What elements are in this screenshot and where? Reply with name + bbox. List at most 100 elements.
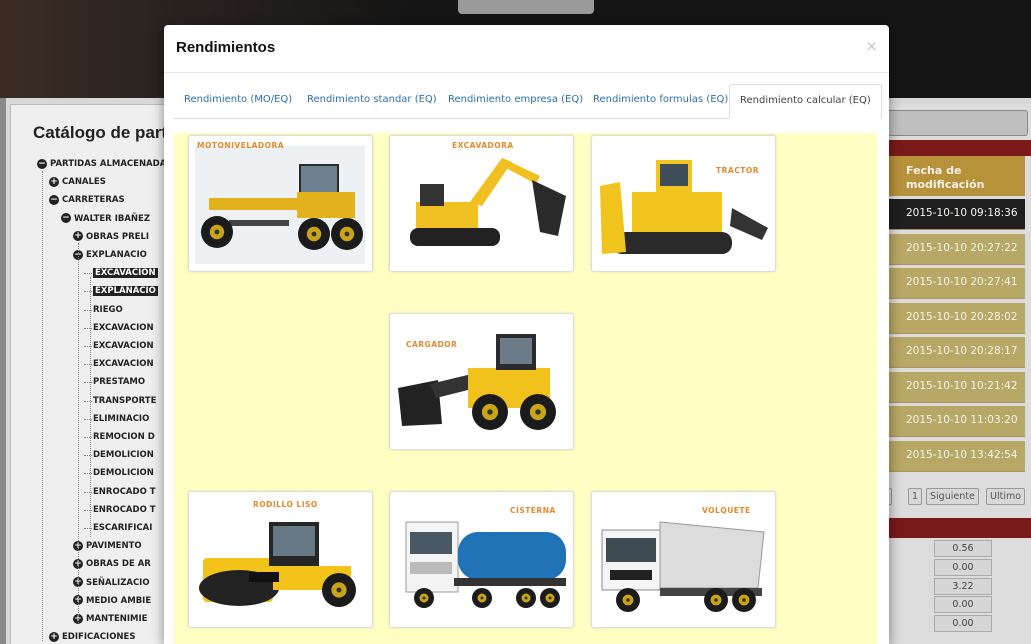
equipment-label: MOTONIVELADORA <box>197 141 285 150</box>
tree-node: + SEÑALIZACIO <box>73 576 150 590</box>
table-row: 2015-10-10 09:18:36 <box>880 199 1025 230</box>
modified-date-cell: 2015-10-10 13:42:54 <box>906 448 1018 461</box>
modal-tabs: Rendimiento (MO/EQ) Rendimiento standar … <box>174 84 882 119</box>
tree-node: − PARTIDAS ALMACENADAS <box>37 157 172 171</box>
catalog-title: Catálogo de parti <box>33 123 172 142</box>
loader-icon <box>398 334 556 430</box>
tree-connector <box>84 273 92 275</box>
tree-node-label: EXPLANACIO <box>86 250 147 260</box>
tree-node-label: PARTIDAS ALMACENADAS <box>50 159 173 169</box>
tree-node-label: EXCAVACION <box>93 341 154 351</box>
tree-guide <box>90 277 91 537</box>
tree-node-label: DEMOLICION <box>93 468 154 479</box>
expand-icon: + <box>73 231 83 242</box>
tree-node: EXCAVACION <box>84 357 154 371</box>
tree-node-label: ESCARIFICAI <box>93 523 153 533</box>
tree-node: DEMOLICION <box>84 466 154 480</box>
equipment-card-rodillo-liso[interactable]: RODILLO LISO <box>188 491 373 628</box>
tree-node-label: EDIFICACIONES <box>62 632 136 643</box>
tree-node: + OBRAS PRELI <box>73 230 149 244</box>
tree-node: + OBRAS DE AR <box>73 557 151 571</box>
tree-node-label: EXCAVACION <box>93 359 154 370</box>
detail-table-top-bar <box>880 518 1031 538</box>
table-row: 2015-10-10 20:28:02 <box>880 302 1025 334</box>
roller-icon <box>199 522 356 607</box>
tree-node-label: PAVIMENTO <box>86 541 142 552</box>
dozer-icon <box>600 160 768 254</box>
equipment-label: EXCAVADORA <box>452 141 514 150</box>
equipment-card-cisterna[interactable]: CISTERNA <box>389 491 574 628</box>
excavator-icon <box>410 158 566 246</box>
tree-node: DEMOLICION <box>84 448 154 462</box>
tab-rendimiento-mo-eq[interactable]: Rendimiento (MO/EQ) <box>174 84 302 118</box>
column-header-modified-date: Fecha de modificación <box>906 164 985 191</box>
pager-page: 1 <box>908 488 923 505</box>
pagination: r 1 Siguiente Ultimo <box>880 487 1031 507</box>
tree-node-label: ENROCADO T <box>93 486 156 497</box>
tree-node-label: EXPLANACIO <box>93 286 158 297</box>
tree-node: + PAVIMENTO <box>73 539 142 553</box>
tree-node: TRANSPORTE <box>84 394 157 408</box>
equipment-card-cargador[interactable]: CARGADOR <box>389 313 574 450</box>
modified-date-cell: 2015-10-10 20:28:02 <box>906 310 1018 323</box>
tree-node: EXCAVACION <box>84 339 154 353</box>
modified-date-cell: 2015-10-10 11:03:20 <box>906 414 1018 426</box>
grader-icon <box>195 146 365 264</box>
equipment-label: CARGADOR <box>406 340 458 349</box>
tree-node: RIEGO <box>84 303 123 317</box>
equipment-card-excavadora[interactable]: EXCAVADORA <box>389 135 574 272</box>
close-icon[interactable]: × <box>865 37 878 55</box>
background-top-button <box>458 0 594 14</box>
tab-rendimiento-empresa[interactable]: Rendimiento empresa (EQ) <box>438 84 593 118</box>
results-table-top-bar <box>880 140 1031 156</box>
tree-node: ELIMINACIO <box>84 412 149 426</box>
tree-guide <box>42 171 43 641</box>
table-row: 2015-10-10 20:28:17 <box>880 337 1025 368</box>
tree-node: + MANTENIMIE <box>73 612 147 626</box>
pager-last: Ultimo <box>986 488 1026 505</box>
tree-node: ENROCADO T <box>84 485 156 499</box>
tab-rendimiento-formulas[interactable]: Rendimiento formulas (EQ) <box>583 84 738 118</box>
table-row: 2015-10-10 20:27:22 <box>880 233 1025 265</box>
tree-node-label: ENROCADO T <box>93 504 156 515</box>
tree-node: EXCAVACION <box>84 266 158 280</box>
tree-guide <box>78 243 79 623</box>
tree-node: + CANALES <box>49 175 106 189</box>
equipment-card-tractor[interactable]: TRACTOR <box>591 135 776 272</box>
value-cell: 0.00 <box>934 596 992 614</box>
tab-rendimiento-standar[interactable]: Rendimiento standar (EQ) <box>297 84 447 118</box>
modified-date-cell: 2015-10-10 10:21:42 <box>906 379 1018 392</box>
table-row: 2015-10-10 11:03:20 <box>880 406 1025 437</box>
tree-node-label: TRANSPORTE <box>93 395 157 406</box>
tree-node-label: OBRAS PRELI <box>86 231 150 242</box>
tree-node-label: SEÑALIZACIO <box>86 577 150 588</box>
value-cell: 3.22 <box>934 577 992 595</box>
tree-node: EXPLANACIO <box>84 284 158 298</box>
expand-icon: + <box>49 176 59 187</box>
equipment-grid: MOTONIVELADORA EXCAVADORA TRACTOR CARGAD… <box>174 133 877 644</box>
equipment-card-volquete[interactable]: VOLQUETE <box>591 491 776 628</box>
expand-icon: + <box>49 631 59 642</box>
tree-node: ESCARIFICAI <box>84 521 153 535</box>
modified-date-cell: 2015-10-10 20:27:41 <box>906 276 1018 288</box>
rendimientos-modal: Rendimientos × Rendimiento (MO/EQ) Rendi… <box>164 25 889 644</box>
tree-node-label: MANTENIMIE <box>86 614 148 624</box>
tree-node-label: CANALES <box>62 177 106 188</box>
equipment-label: VOLQUETE <box>702 506 751 515</box>
tree-node-label: REMOCION D <box>93 432 155 442</box>
tree-node: + EDIFICACIONES <box>49 630 135 644</box>
tree-node-label: EXCAVACION <box>93 322 154 333</box>
tree-node-label: OBRAS DE AR <box>86 559 151 570</box>
modified-date-cell: 2015-10-10 20:28:17 <box>906 345 1018 357</box>
table-row: 2015-10-10 20:27:41 <box>880 268 1025 299</box>
tree-node: REMOCION D <box>84 430 155 444</box>
tree-node-label: DEMOLICION <box>93 450 154 461</box>
tab-rendimiento-calcular[interactable]: Rendimiento calcular (EQ) <box>729 84 882 119</box>
results-search-box <box>884 110 1028 136</box>
table-row: 2015-10-10 10:21:42 <box>880 371 1025 403</box>
equipment-card-motoniveladora[interactable]: MOTONIVELADORA <box>188 135 373 272</box>
tree-node: + MEDIO AMBIE <box>73 594 151 608</box>
collapse-icon: − <box>37 158 47 169</box>
collapse-icon: − <box>61 213 71 224</box>
tree-node-label: CARRETERAS <box>62 195 125 206</box>
